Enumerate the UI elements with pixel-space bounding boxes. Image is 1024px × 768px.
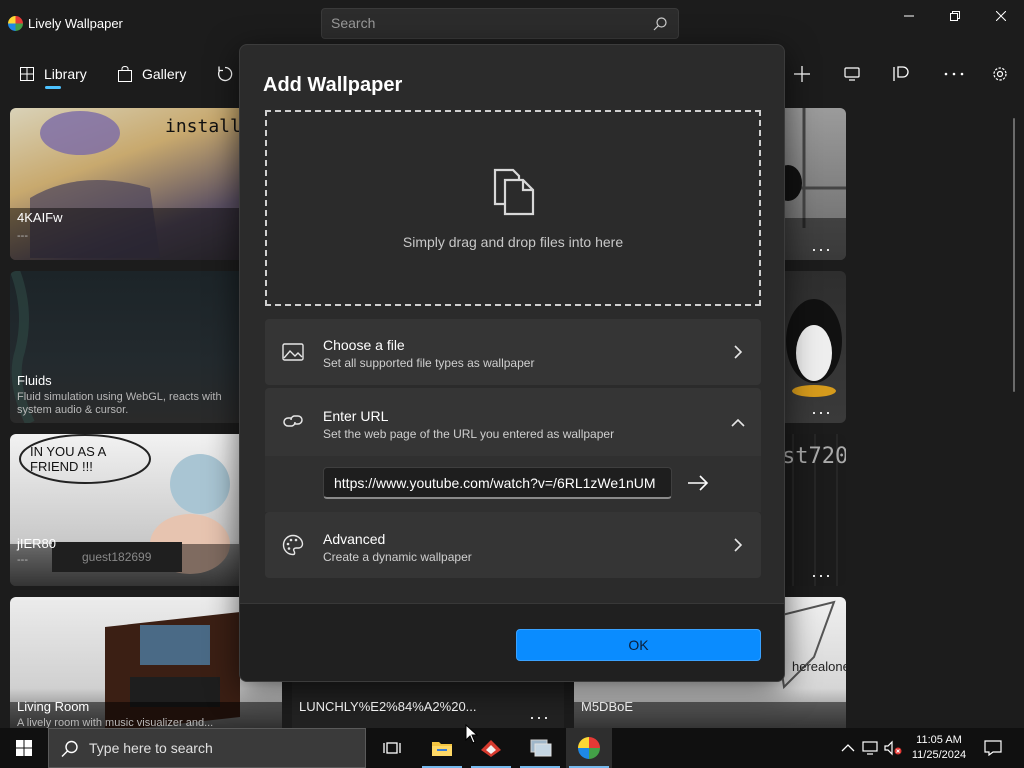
card-description: Fluid simulation using WebGL, reacts wit…: [17, 391, 222, 416]
files-icon: [493, 168, 535, 216]
taskbar-search[interactable]: [48, 728, 366, 768]
maximize-button[interactable]: [932, 0, 978, 32]
search-icon[interactable]: [652, 16, 668, 32]
arrow-right-icon: [688, 475, 709, 491]
card-title: Fluids: [17, 373, 52, 388]
enter-url-option[interactable]: Enter URL Set the web page of the URL yo…: [265, 388, 761, 456]
close-icon: [996, 11, 1006, 21]
grid-icon: [20, 67, 34, 81]
card-more-icon[interactable]: ···: [811, 403, 832, 421]
chevron-right-icon: [734, 538, 743, 552]
link-icon: [283, 415, 303, 427]
more-button[interactable]: [942, 62, 966, 86]
minimize-button[interactable]: [886, 0, 932, 32]
dialog-footer: OK: [240, 603, 784, 681]
taskbar-search-input[interactable]: [89, 740, 349, 756]
nav-item-gallery[interactable]: Gallery: [118, 62, 186, 86]
card-description: ---: [17, 230, 28, 242]
card-more-icon[interactable]: ···: [811, 566, 832, 584]
scrollbar[interactable]: [1013, 118, 1015, 392]
image-icon: [282, 343, 304, 361]
drop-zone[interactable]: Simply drag and drop files into here: [265, 110, 761, 306]
go-url-button[interactable]: [684, 469, 712, 497]
refresh-button[interactable]: [213, 62, 237, 86]
card-more-icon[interactable]: ···: [811, 240, 832, 258]
choose-file-option[interactable]: Choose a file Set all supported file typ…: [265, 319, 761, 385]
control-panel-button[interactable]: [889, 62, 913, 86]
drop-zone-text: Simply drag and drop files into here: [402, 234, 624, 250]
minimize-icon: [904, 15, 914, 17]
taskbar-app-button[interactable]: [517, 728, 563, 768]
refresh-icon: [217, 66, 233, 82]
advanced-option[interactable]: Advanced Create a dynamic wallpaper: [265, 512, 761, 578]
file-explorer-icon: [432, 742, 452, 756]
file-explorer-button[interactable]: [419, 728, 465, 768]
screen-button[interactable]: [840, 62, 864, 86]
notification-icon[interactable]: [984, 740, 1002, 756]
wallpaper-card[interactable]: LUNCHLY%E2%84%A2%20... ···: [292, 680, 564, 728]
palette-icon: [282, 534, 304, 556]
option-title: Choose a file: [323, 337, 405, 353]
thumbnail-text: IN YOU AS A FRIEND !!!: [30, 444, 106, 474]
windows-icon: [16, 740, 32, 756]
clock-date: 11/25/2024: [911, 749, 967, 761]
search-icon: [61, 740, 78, 757]
chevron-up-icon: [731, 418, 745, 427]
option-subtitle: Set the web page of the URL you entered …: [323, 427, 615, 441]
more-icon: [944, 72, 964, 76]
settings-icon: [993, 67, 1007, 81]
chevron-up-icon[interactable]: [840, 740, 856, 756]
network-icon[interactable]: [862, 740, 878, 756]
clock-time: 11:05 AM: [916, 734, 962, 746]
taskbar: 11:05 AM 11/25/2024: [0, 728, 1024, 768]
card-title: jIER80: [17, 536, 57, 551]
lively-taskbar-button[interactable]: [566, 728, 612, 768]
option-subtitle: Set all supported file types as wallpape…: [323, 356, 535, 370]
card-title: 4KAIFw: [17, 210, 63, 225]
task-view-button[interactable]: [369, 728, 415, 768]
control-panel-icon: [893, 66, 909, 81]
monitor-icon: [844, 67, 860, 81]
card-title: Living Room: [17, 699, 90, 714]
cursor-icon: [465, 724, 479, 744]
nav-item-label: Gallery: [142, 66, 187, 82]
add-wallpaper-button[interactable]: [790, 62, 814, 86]
selected-indicator: [45, 86, 61, 89]
ok-button[interactable]: OK: [516, 629, 761, 661]
restore-icon: [950, 11, 960, 21]
close-button[interactable]: [978, 0, 1024, 32]
nav-item-library[interactable]: Library: [20, 62, 87, 86]
card-more-icon[interactable]: ···: [529, 708, 550, 726]
start-button[interactable]: [0, 728, 48, 768]
card-description: ---: [17, 554, 28, 566]
system-clock[interactable]: 11:05 AM 11/25/2024: [906, 733, 972, 763]
thumbnail-text: st720: [782, 444, 846, 469]
app-red-icon: [481, 740, 501, 757]
card-title: LUNCHLY%E2%84%A2%20...: [299, 699, 477, 714]
nav-item-label: Library: [44, 66, 87, 82]
task-view-icon: [383, 742, 401, 754]
app-network-icon: [530, 739, 552, 757]
option-title: Enter URL: [323, 408, 389, 424]
search-box[interactable]: [321, 8, 679, 39]
shopping-bag-icon: [118, 66, 132, 82]
lively-icon: [578, 737, 600, 759]
add-wallpaper-dialog: Add Wallpaper Simply drag and drop files…: [239, 44, 785, 682]
url-entry-row: [265, 456, 761, 512]
settings-button[interactable]: [988, 62, 1012, 86]
title-bar: Lively Wallpaper: [0, 0, 1024, 48]
app-logo-icon: [8, 16, 23, 31]
volume-muted-icon[interactable]: [884, 740, 902, 756]
dialog-title: Add Wallpaper: [263, 74, 403, 96]
url-input[interactable]: [323, 467, 672, 499]
card-title: M5DBoE: [581, 699, 634, 714]
search-input[interactable]: [331, 15, 631, 31]
add-icon: [794, 66, 810, 82]
app-title: Lively Wallpaper: [28, 16, 123, 31]
option-subtitle: Create a dynamic wallpaper: [323, 550, 472, 564]
option-title: Advanced: [323, 531, 386, 547]
chevron-right-icon: [734, 345, 743, 359]
thumbnail-text: herealone: [792, 659, 846, 674]
